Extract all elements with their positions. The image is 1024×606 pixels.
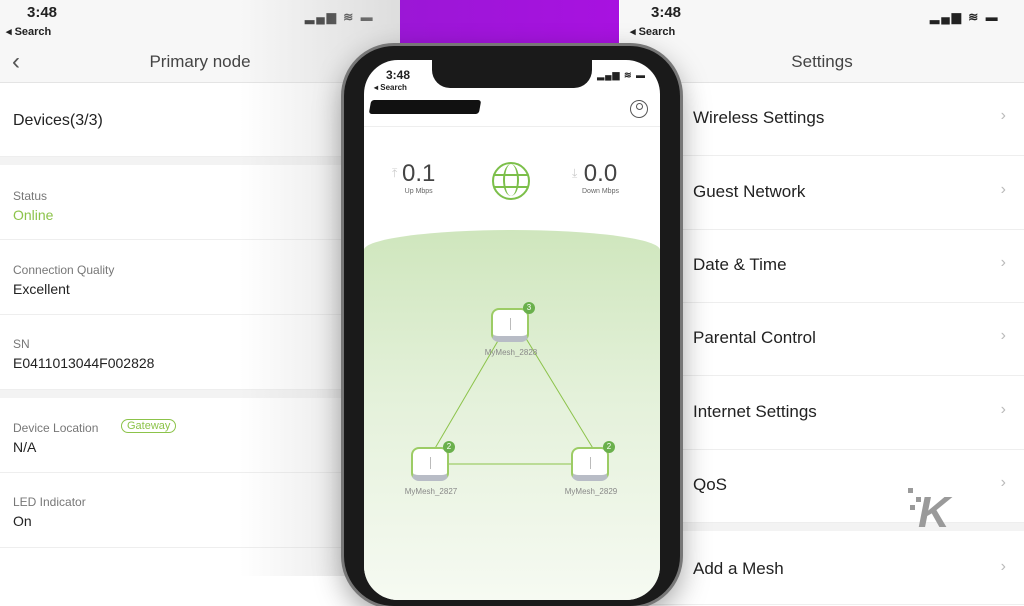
connection-quality-value: Excellent [13, 281, 70, 297]
client-count-badge: 2 [443, 441, 455, 453]
chevron-right-icon: › [1000, 181, 1006, 198]
devices-row[interactable]: Devices(3/3) [0, 83, 400, 157]
led-indicator-row[interactable]: LED Indicator On [0, 473, 400, 548]
status-icons: ▂▄▆ ≋ ▬ [305, 10, 375, 24]
settings-item-label: Add a Mesh [693, 559, 784, 578]
client-count-badge: 3 [523, 302, 535, 314]
settings-item-internet[interactable]: Internet Settings › [620, 377, 1024, 450]
device-location-row[interactable]: Device Location Gateway N/A [0, 398, 400, 473]
connection-quality-label: Connection Quality [13, 263, 115, 277]
section-separator [620, 523, 1024, 531]
status-time: 3:48 [651, 4, 682, 21]
chevron-right-icon: › [1000, 474, 1006, 491]
settings-item-guest-network[interactable]: Guest Network › [620, 157, 1024, 230]
settings-item-wireless[interactable]: Wireless Settings › [620, 83, 1024, 156]
gateway-badge: Gateway [121, 419, 177, 433]
devices-count: Devices(3/3) [13, 112, 103, 129]
settings-item-label: Parental Control [693, 328, 816, 347]
back-to-search[interactable]: ◂ Search [630, 25, 675, 38]
chevron-right-icon: › [1000, 401, 1006, 418]
watermark-dot [910, 505, 915, 510]
nav-bar: Settings [620, 42, 1024, 83]
chevron-right-icon: › [1000, 558, 1006, 575]
led-indicator-value: On [13, 513, 32, 529]
status-value: Online [13, 207, 54, 223]
led-indicator-label: LED Indicator [13, 495, 86, 509]
settings-item-label: Date & Time [693, 255, 787, 274]
phone-screen: 3:48 ◂ Search ▂▄▆ ≋ ▬ ⤒ 0.1 Up Mbps ⤓ 0.… [364, 60, 660, 600]
status-label: Status [13, 189, 48, 203]
sn-row: SN E0411013044F002828 [0, 315, 400, 390]
router-icon [411, 447, 449, 481]
settings-item-qos[interactable]: QoS › [620, 450, 1024, 523]
settings-item-parental-control[interactable]: Parental Control › [620, 303, 1024, 376]
settings-item-label: QoS [693, 475, 728, 494]
back-to-search[interactable]: ◂ Search [6, 25, 51, 38]
settings-item-add-mesh[interactable]: Add a Mesh › [620, 532, 1024, 605]
node-name: MyMesh_2827 [404, 487, 458, 496]
settings-item-label: Guest Network [693, 182, 806, 201]
status-time: 3:48 [27, 4, 58, 21]
page-title: Settings [791, 52, 853, 71]
phone-mockup: 3:48 ◂ Search ▂▄▆ ≋ ▬ ⤒ 0.1 Up Mbps ⤓ 0.… [344, 46, 680, 606]
router-icon [491, 308, 529, 342]
chevron-right-icon: › [1000, 254, 1006, 271]
primary-node-screen: 3:48 ◂ Search ▂▄▆ ≋ ▬ ‹ Primary node Dev… [0, 0, 400, 576]
nav-bar: ‹ Primary node [0, 42, 400, 83]
connection-quality-row: Connection Quality Excellent [0, 240, 400, 315]
page-title: Primary node [149, 52, 251, 71]
settings-item-date-time[interactable]: Date & Time › [620, 230, 1024, 303]
router-icon [571, 447, 609, 481]
status-bar: 3:48 ◂ Search ▂▄▆ ≋ ▬ [620, 0, 1024, 42]
device-location-value: N/A [13, 439, 37, 455]
sn-label: SN [13, 337, 30, 351]
chevron-right-icon: › [1000, 327, 1006, 344]
purple-background [399, 0, 619, 50]
section-separator [0, 390, 400, 398]
mesh-node[interactable]: 3 MyMesh_2828 [485, 302, 537, 357]
node-name: MyMesh_2828 [484, 348, 538, 357]
section-separator [0, 157, 400, 165]
watermark-dot [908, 488, 913, 493]
mesh-node[interactable]: 2 MyMesh_2827 [405, 441, 457, 496]
status-row: Status Online [0, 165, 400, 240]
chevron-right-icon: › [1000, 107, 1006, 124]
settings-item-label: Internet Settings [693, 402, 817, 421]
status-bar: 3:48 ◂ Search ▂▄▆ ≋ ▬ [0, 0, 400, 42]
device-location-label: Device Location [13, 421, 99, 435]
mesh-node[interactable]: 2 MyMesh_2829 [565, 441, 617, 496]
client-count-badge: 2 [603, 441, 615, 453]
settings-screen: 3:48 ◂ Search ▂▄▆ ≋ ▬ Settings Wireless … [620, 0, 1024, 605]
node-name: MyMesh_2829 [564, 487, 618, 496]
status-icons: ▂▄▆ ≋ ▬ [930, 10, 1000, 24]
watermark-logo: K [918, 488, 950, 537]
settings-item-label: Wireless Settings [693, 108, 825, 127]
sn-value: E0411013044F002828 [13, 355, 155, 371]
